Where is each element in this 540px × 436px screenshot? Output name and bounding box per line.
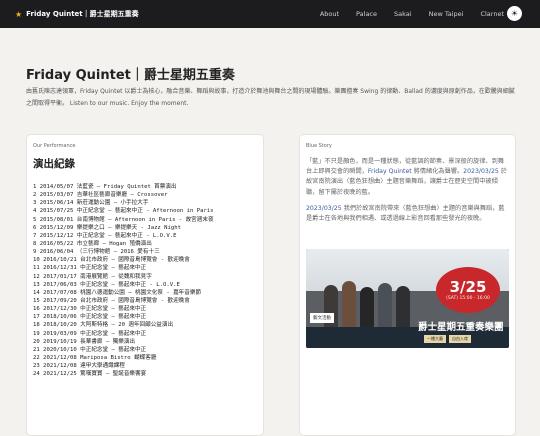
performance-row: 6 2015/12/09 樂提樂之口 — 樂提樂天 - Jazz Night <box>33 224 182 231</box>
performance-row: 23 2021/12/08 達甲大學通識課程 <box>33 363 125 370</box>
performance-row: 11 2016/12/31 中正紀念堂 — 藝起來中正 <box>33 265 147 272</box>
performance-row: 17 2018/10/06 中正紀念堂 — 藝起來中正 <box>33 314 147 321</box>
performance-row: 1 2014/05/07 法藍瓷 — Friday Quintet 首票演出 <box>33 184 177 190</box>
theme-toggle-button[interactable]: ☀ <box>507 6 522 21</box>
performance-row: 5 2015/08/01 台南博物館 — Afternoon in Paris … <box>33 216 214 223</box>
performance-title: 演出紀錄 <box>33 158 75 170</box>
nav-links: About Palace Sakai New Taipei Clarnet <box>303 0 504 28</box>
performance-list: 1 2014/05/07 法藍瓷 — Friday Quintet 首票演出 2 … <box>33 183 261 378</box>
performance-row: 16 2017/12/30 中正紀念堂 — 藝起來中正 <box>33 306 147 313</box>
story-text-segment: 將情緒化為聲響。 <box>411 168 464 176</box>
poster-title: 爵士星期五重奏樂團 <box>418 322 504 333</box>
star-icon: ★ <box>15 9 23 19</box>
performance-row: 9 2016/06/04 （三行博物館 — 2016 愛有十三 <box>33 249 160 256</box>
brand[interactable]: ★ Friday Quintet｜爵士星期五重奏 <box>15 9 139 19</box>
story-highlight: 2023/03/25 <box>463 168 499 176</box>
performance-row: 15 2017/09/20 台北市政府 — 國際音島博覽會 - 歡迎晚會 <box>33 297 190 304</box>
brand-name: Friday Quintet｜爵士星期五重奏 <box>26 10 139 18</box>
performance-eyebrow: Our Performance <box>33 143 76 149</box>
page-title: Friday Quintet｜爵士星期五重奏 <box>26 68 235 83</box>
performance-row: 8 2016/05/22 市立藝廊 — Hogan 殖僑演出 <box>33 240 152 247</box>
poster-time: (SAT) 15:00 - 16:00 <box>446 296 490 301</box>
poster-date: 3/25 <box>449 278 487 296</box>
sun-icon: ☀ <box>510 8 519 18</box>
poster-date-badge: 3/25 (SAT) 15:00 - 16:00 <box>436 267 500 313</box>
performance-row: 14 2017/07/08 桃園八德運動公園 — 桃園文化祭 - 嘉年音樂節 <box>33 289 202 296</box>
performance-row: 7 2015/12/12 中正紀念堂 — 藝起來中正 - L.O.V.E <box>33 232 177 239</box>
performance-row: 18 2018/10/20 大阿斯特格 — 20 週年回顧公益演出 <box>33 322 174 329</box>
story-eyebrow: Blue Story <box>306 143 332 149</box>
nav-link-about[interactable]: About <box>320 10 339 18</box>
page-description: 由舊氏陳志達領軍，Friday Quintet 以爵士為核心，融合音樂、舞蹈與故… <box>26 88 515 107</box>
poster-tag: 一樓大廳 <box>424 335 446 343</box>
nav-link-palace[interactable]: Palace <box>356 10 377 18</box>
event-poster-image: 3/25 (SAT) 15:00 - 16:00 爵士星期五重奏樂團 一樓大廳 … <box>306 249 509 348</box>
story-highlight: 2023/03/25 <box>306 204 342 212</box>
musician-figure <box>342 281 356 327</box>
performance-row: 12 2017/01/17 南港展覽館 — 從魏和我見字 <box>33 273 152 280</box>
performance-row: 24 2021/12/25 驚嘆寶寶 — 聖誕音樂饗宴 <box>33 371 147 378</box>
musician-figure <box>396 286 410 327</box>
performance-row: 10 2016/10/21 台北市政府 — 國際音島博覽會 - 歡迎晚會 <box>33 257 190 264</box>
story-card: Blue Story 「藍」不只是顏色，而是一種狀態，從藍調的節奏、景深般的旋律… <box>299 134 516 436</box>
nav-link-new-taipei[interactable]: New Taipei <box>429 10 464 18</box>
performance-row: 3 2015/06/14 新莊運動公園 — 小手拉大手 <box>33 200 149 207</box>
performance-row: 20 2019/10/19 長華書廊 — 獨樂演出 <box>33 338 136 345</box>
poster-category: 藝文活動 <box>310 313 334 323</box>
performance-row: 2 2015/03/07 吉華社區藝廊音樂廳 — Crossover <box>33 192 168 199</box>
performance-card: Our Performance 演出紀錄 1 2014/05/07 法藍瓷 — … <box>26 134 264 436</box>
musician-figure <box>378 283 392 327</box>
story-text: 「藍」不只是顏色，而是一種狀態，從藍調的節奏、景深般的旋律、到舞台上即興交會的瞬… <box>306 157 509 230</box>
poster-tag: 自由入席 <box>449 335 471 343</box>
story-highlight: Friday Quintet <box>367 168 412 176</box>
top-nav: ★ Friday Quintet｜爵士星期五重奏 About Palace Sa… <box>0 0 540 28</box>
nav-link-sakai[interactable]: Sakai <box>394 10 412 18</box>
nav-link-clarnet[interactable]: Clarnet <box>480 10 504 18</box>
performance-row: 13 2017/06/03 中正紀念堂 — 藝起來中正 - L.O.V.E <box>33 281 180 288</box>
story-paragraph: 「藍」不只是顏色，而是一種狀態，從藍調的節奏、景深般的旋律、到舞台上即興交會的瞬… <box>306 157 509 198</box>
performance-row: 19 2019/03/09 中正紀念堂 — 藝起來中正 <box>33 330 147 337</box>
performance-row: 4 2015/07/25 中正紀念堂 — 藝起來中正 - Afternoon i… <box>33 208 214 215</box>
performance-row: 22 2021/12/08 Mariposa Bistro 蝴蝶客廳 <box>33 354 157 361</box>
story-paragraph: 2023/03/25 我們於故宮南院帶來〈藍色狂想曲〉主題的音樂與舞蹈，藍是爵士… <box>306 204 509 224</box>
musician-figure <box>360 287 374 327</box>
performance-row: 21 2020/10/10 中正紀念堂 — 藝起來中正 <box>33 346 147 353</box>
poster-tags: 一樓大廳 自由入席 <box>424 335 474 343</box>
